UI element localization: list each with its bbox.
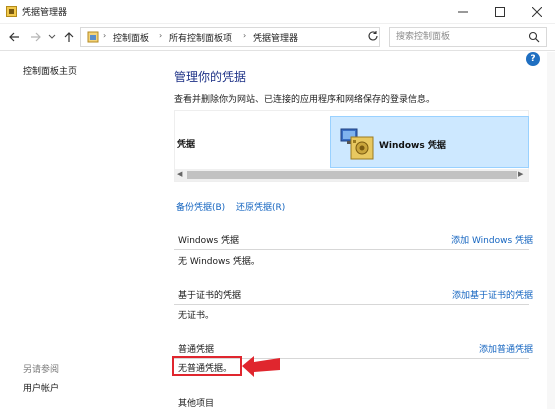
- close-button[interactable]: [519, 0, 555, 24]
- tab-windows-credentials[interactable]: Windows 凭据: [330, 116, 529, 168]
- restore-credentials-link[interactable]: 还原凭据(R): [236, 200, 285, 213]
- control-panel-folder-icon: [87, 31, 99, 43]
- content-edge: [547, 52, 555, 409]
- credential-manager-app-icon: [6, 6, 17, 17]
- scrollbar-thumb[interactable]: [187, 171, 517, 179]
- sidebar-link-control-panel-home[interactable]: 控制面板主页: [23, 64, 77, 77]
- section-windows-credentials: Windows 凭据 添加 Windows 凭据: [174, 228, 533, 250]
- scroll-right-icon[interactable]: ▶: [518, 170, 523, 178]
- window-title: 凭据管理器: [22, 8, 68, 18]
- page-title: 管理你的凭据: [174, 70, 247, 84]
- section-empty-message: 无 Windows 凭据。: [178, 257, 260, 267]
- see-also-heading: 另请参阅: [23, 365, 60, 375]
- add-certificate-credential-link[interactable]: 添加基于证书的凭据: [452, 288, 533, 301]
- breadcrumb-separator: ›: [159, 31, 163, 40]
- address-path[interactable]: › 控制面板 › 所有控制面板项 › 凭据管理器: [80, 27, 444, 47]
- close-icon: [532, 7, 542, 17]
- page-description: 查看并删除你为网站、已连接的应用程序和网络保存的登录信息。: [174, 95, 436, 105]
- breadcrumb-separator: ›: [243, 31, 247, 40]
- title-bar: 凭据管理器: [0, 0, 555, 24]
- section-title: 其他项目: [178, 399, 215, 409]
- recent-locations-dropdown[interactable]: [47, 29, 57, 45]
- add-generic-credential-link[interactable]: 添加普通凭据: [479, 342, 533, 355]
- breadcrumb-all-items[interactable]: 所有控制面板项: [169, 31, 232, 44]
- maximize-button[interactable]: [482, 0, 518, 24]
- breadcrumb-credential-manager[interactable]: 凭据管理器: [253, 31, 298, 44]
- arrow-right-icon: [31, 32, 41, 42]
- help-icon[interactable]: ?: [526, 52, 540, 66]
- refresh-button[interactable]: [366, 30, 380, 44]
- annotation-arrow-icon: [242, 356, 280, 377]
- credential-type-selector: 凭据 Windows 凭据 ◀ ▶: [174, 110, 529, 182]
- sidebar-link-user-accounts[interactable]: 用户帐户: [23, 381, 59, 394]
- up-button[interactable]: [61, 29, 77, 45]
- minimize-button[interactable]: [445, 0, 481, 24]
- section-empty-message: 无证书。: [178, 311, 215, 321]
- minimize-icon: [458, 11, 468, 13]
- arrow-left-icon: [9, 32, 19, 42]
- forward-button[interactable]: [28, 29, 44, 45]
- annotation-highlight-box: [172, 356, 242, 376]
- section-title: 普通凭据: [178, 345, 215, 355]
- credential-vault-icon: [340, 128, 374, 160]
- section-other-items: 其他项目: [174, 391, 529, 409]
- back-button[interactable]: [6, 29, 22, 45]
- breadcrumb-separator: ›: [103, 31, 107, 40]
- breadcrumb-control-panel[interactable]: 控制面板: [113, 31, 149, 44]
- chevron-down-icon: [48, 34, 56, 39]
- add-windows-credential-link[interactable]: 添加 Windows 凭据: [451, 233, 533, 246]
- section-title: 基于证书的凭据: [178, 291, 242, 301]
- horizontal-scrollbar[interactable]: ◀ ▶: [175, 169, 528, 181]
- tab-windows-credentials-label: Windows 凭据: [379, 141, 446, 151]
- search-box[interactable]: [389, 27, 547, 47]
- refresh-icon: [368, 31, 378, 41]
- search-icon[interactable]: [528, 31, 540, 43]
- arrow-up-icon: [64, 32, 74, 42]
- search-input[interactable]: [396, 30, 516, 44]
- section-certificate-credentials: 基于证书的凭据 添加基于证书的凭据: [174, 283, 533, 305]
- address-bar: › 控制面板 › 所有控制面板项 › 凭据管理器: [0, 24, 555, 51]
- tab-web-credentials[interactable]: 凭据: [177, 137, 195, 150]
- backup-credentials-link[interactable]: 备份凭据(B): [176, 200, 225, 213]
- scroll-left-icon[interactable]: ◀: [177, 170, 182, 178]
- maximize-icon: [495, 7, 505, 17]
- section-title: Windows 凭据: [178, 236, 240, 246]
